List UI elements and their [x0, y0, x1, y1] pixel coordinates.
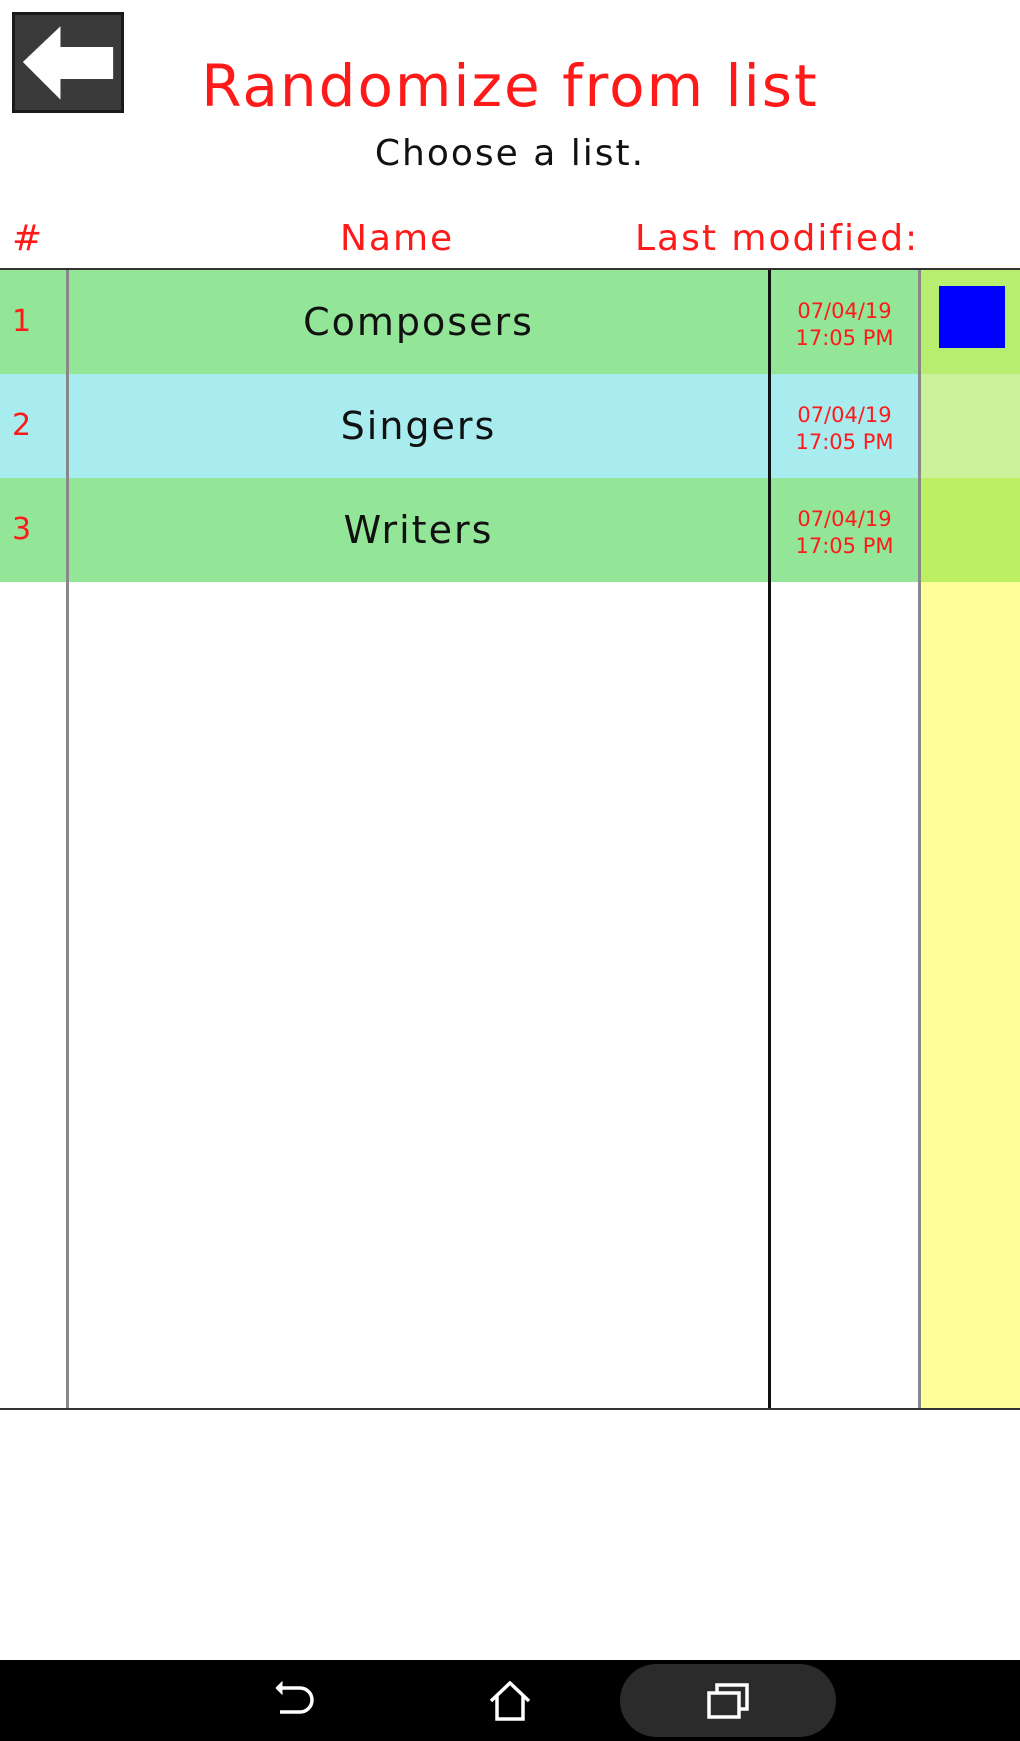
- page-title: Randomize from list: [201, 52, 819, 120]
- home-icon: [489, 1680, 531, 1721]
- nav-home-button[interactable]: [460, 1660, 560, 1741]
- row-selector-cell[interactable]: [921, 374, 1020, 478]
- column-divider: [768, 270, 771, 1408]
- row-time: 17:05 PM: [795, 430, 894, 454]
- row-number: 3: [12, 512, 32, 547]
- nav-back-button[interactable]: [244, 1660, 344, 1741]
- row-selector-cell[interactable]: [921, 478, 1020, 582]
- row-time: 17:05 PM: [795, 534, 894, 558]
- row-name: Singers: [340, 404, 497, 448]
- row-name: Composers: [303, 300, 534, 344]
- column-header-last-modified: Last modified:: [635, 218, 920, 259]
- column-divider: [918, 270, 921, 1408]
- row-date: 07/04/19: [797, 507, 892, 531]
- column-header-name: Name: [340, 218, 455, 259]
- back-icon: [275, 1680, 314, 1714]
- system-nav-bar: [0, 1660, 1020, 1741]
- table-row[interactable]: 1 Composers 07/04/19 17:05 PM: [0, 270, 1020, 374]
- row-date: 07/04/19: [797, 299, 892, 323]
- table-row[interactable]: 2 Singers 07/04/19 17:05 PM: [0, 374, 1020, 478]
- row-name: Writers: [343, 508, 494, 552]
- row-last-modified: 07/04/19 17:05 PM: [771, 402, 918, 456]
- column-divider: [66, 270, 69, 1408]
- page-subtitle: Choose a list.: [374, 133, 646, 174]
- row-number: 2: [12, 408, 32, 443]
- row-last-modified: 07/04/19 17:05 PM: [771, 298, 918, 352]
- nav-recent-apps-button[interactable]: [620, 1664, 836, 1737]
- selected-marker[interactable]: [939, 286, 1005, 348]
- row-selector-cell[interactable]: [921, 270, 1020, 374]
- column-header-number: #: [12, 218, 45, 259]
- list-table: 1 Composers 07/04/19 17:05 PM 2 Singers …: [0, 268, 1020, 1410]
- row-number: 1: [12, 304, 32, 339]
- table-row[interactable]: 3 Writers 07/04/19 17:05 PM: [0, 478, 1020, 582]
- row-date: 07/04/19: [797, 403, 892, 427]
- row-time: 17:05 PM: [795, 326, 894, 350]
- recent-apps-icon: [707, 1682, 749, 1719]
- page-title-wrap: Randomize from list: [0, 48, 1020, 124]
- row-last-modified: 07/04/19 17:05 PM: [771, 506, 918, 560]
